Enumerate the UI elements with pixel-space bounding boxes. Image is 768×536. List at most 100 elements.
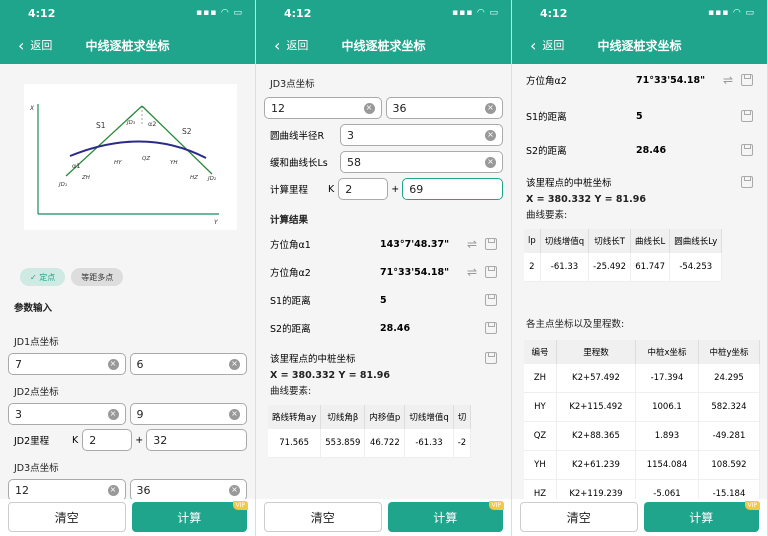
diagram-svg: X Y JD₁ JD₃ JD₂ S1 S2 α1 α2 ZH HY QZ YH …: [29, 104, 219, 226]
result-s1: S1的距离 5: [256, 286, 511, 314]
result-a2-value: 71°33'54.18": [636, 74, 706, 86]
curve-table-wrap[interactable]: lp 切线增值q 切线长T 曲线长L 圆曲线长Ly 2 -61.33 -25.492 61.7…: [524, 229, 767, 282]
clear-icon[interactable]: ×: [107, 358, 119, 370]
content-area[interactable]: JD3点坐标 12 × 36 × 圆曲线半径R 3 × 缓和曲线长Ls 58 × 计算里…: [256, 64, 511, 499]
jd3-row: 12 × 36 ×: [0, 479, 255, 499]
chevron-left-icon: ‹: [530, 35, 537, 55]
save-icon[interactable]: [741, 176, 753, 188]
status-bar: 4:12 ▪▪▪ ◠ ▭: [512, 0, 767, 26]
status-time: 4:12: [540, 6, 568, 20]
save-icon[interactable]: [485, 294, 497, 306]
jd2-y-value: 9: [136, 407, 144, 421]
clear-icon[interactable]: ×: [229, 484, 240, 496]
jd2-k-input[interactable]: 2: [82, 429, 133, 451]
mileage-m-input[interactable]: 69: [402, 178, 503, 200]
jd3-y-input[interactable]: 36 ×: [385, 97, 503, 119]
back-button[interactable]: ‹ 返回: [0, 36, 52, 55]
status-time: 4:12: [284, 6, 312, 20]
save-icon[interactable]: [741, 74, 753, 86]
table-cell: -49.281: [698, 421, 761, 451]
label-a1: α1: [72, 162, 80, 170]
result-s2: S2的距离 28.46: [256, 314, 511, 342]
mode-multi-chip[interactable]: 等距多点: [71, 268, 124, 286]
result-s1-label: S1的距离: [270, 296, 311, 307]
label-jd3: JD₃: [126, 120, 136, 126]
label-zh: ZH: [81, 175, 90, 181]
swap-icon[interactable]: ⇌: [467, 265, 477, 279]
jd2-x-input[interactable]: 3 ×: [8, 403, 126, 425]
result-a1-label: 方位角α1: [270, 240, 311, 251]
clear-button[interactable]: 清空: [520, 502, 638, 532]
calc-button[interactable]: 计算 VIP: [643, 501, 760, 532]
table-cell: -2: [453, 429, 472, 458]
swap-icon[interactable]: ⇌: [723, 73, 733, 87]
curve-table-wrap[interactable]: 路线转角ay 切线角β 内移值p 切线增值q 切 71.565 553.859 46.722…: [268, 405, 511, 458]
calc-button[interactable]: 计算 VIP: [131, 501, 248, 532]
table-cell: K2+119.239: [556, 479, 637, 499]
save-icon[interactable]: [741, 110, 753, 122]
table-cell: 1.893: [635, 421, 699, 451]
status-bar: 4:12 ▪▪▪ ◠ ▭: [0, 0, 255, 26]
save-icon[interactable]: [485, 266, 497, 278]
back-button[interactable]: ‹ 返回: [256, 36, 308, 55]
bottom-bar: 清空 计算 VIP: [0, 499, 255, 536]
jd2-y-input[interactable]: 9 ×: [129, 403, 247, 425]
mileage-k-input[interactable]: 2: [338, 178, 389, 200]
plus-sign: +: [135, 434, 144, 446]
clear-button[interactable]: 清空: [8, 502, 126, 532]
save-icon[interactable]: [485, 322, 497, 334]
table-cell: -5.061: [635, 479, 699, 499]
result-s2-value: 28.46: [380, 322, 411, 334]
table-cell: YH: [524, 450, 557, 480]
ls-label: 缓和曲线长Ls: [270, 158, 328, 169]
radius-input[interactable]: 3 ×: [340, 124, 503, 146]
content-area[interactable]: X Y JD₁ JD₃ JD₂ S1 S2 α1 α2 ZH HY QZ YH …: [0, 64, 255, 499]
table-header: 中桩x坐标: [635, 340, 699, 364]
clear-icon[interactable]: ×: [229, 408, 240, 420]
save-icon[interactable]: [485, 352, 497, 364]
result-s1-value: 5: [380, 294, 387, 306]
label-s1: S1: [96, 121, 106, 130]
calc-label: 计算: [689, 510, 714, 525]
ls-input[interactable]: 58 ×: [340, 151, 503, 173]
jd3-x-input[interactable]: 12 ×: [264, 97, 382, 119]
label-jd2: JD₂: [207, 176, 217, 182]
table-cell: 108.592: [698, 450, 761, 480]
clear-button[interactable]: 清空: [264, 502, 382, 532]
back-button[interactable]: ‹ 返回: [512, 36, 564, 55]
label-hy: HY: [114, 160, 122, 166]
label-hz: HZ: [190, 175, 198, 181]
mode-point-chip[interactable]: ✓ 定点: [20, 268, 66, 286]
clear-icon[interactable]: ×: [107, 408, 119, 420]
jd1-x-input[interactable]: 7 ×: [8, 353, 126, 375]
clear-icon[interactable]: ×: [229, 358, 240, 370]
jd1-y-input[interactable]: 6 ×: [129, 353, 247, 375]
curve-table: 路线转角ay 切线角β 内移值p 切线增值q 切 71.565 553.859 46.722…: [268, 405, 472, 458]
jd3-x-input[interactable]: 12 ×: [8, 479, 126, 499]
table-row: HY K2+115.492 1006.1 582.324: [524, 392, 761, 422]
clear-icon[interactable]: ×: [485, 156, 496, 168]
clear-icon[interactable]: ×: [485, 102, 496, 114]
content-area[interactable]: 方位角α2 71°33'54.18" ⇌ S1的距离 5 S2的距离 28.46 该里程…: [512, 64, 767, 499]
clear-icon[interactable]: ×: [363, 102, 375, 114]
main-table-wrap[interactable]: 编号 里程数 中桩x坐标 中桩y坐标 ZH K2+57.492 -17.394 24.295…: [524, 340, 767, 499]
k-prefix: K: [72, 434, 79, 446]
clear-icon[interactable]: ×: [107, 484, 119, 496]
jd3-x-value: 12: [15, 483, 29, 497]
main-table: 编号 里程数 中桩x坐标 中桩y坐标 ZH K2+57.492 -17.394 24.295…: [524, 340, 761, 499]
table-header: 圆曲线长Ly: [669, 229, 723, 253]
swap-icon[interactable]: ⇌: [467, 237, 477, 251]
calc-button[interactable]: 计算 VIP: [387, 501, 504, 532]
result-s1-value: 5: [636, 110, 643, 122]
calc-label: 计算: [177, 510, 202, 525]
params-title: 参数输入: [14, 303, 53, 314]
result-s2: S2的距离 28.46: [512, 136, 767, 164]
jd3-y-input[interactable]: 36 ×: [129, 479, 247, 499]
save-icon[interactable]: [485, 238, 497, 250]
center-label: 该里程点的中桩坐标: [270, 354, 356, 365]
jd1-row: 7 × 6 ×: [0, 353, 255, 375]
table-header: 里程数: [556, 340, 637, 364]
save-icon[interactable]: [741, 144, 753, 156]
jd2-m-input[interactable]: 32: [146, 429, 247, 451]
clear-icon[interactable]: ×: [485, 129, 496, 141]
